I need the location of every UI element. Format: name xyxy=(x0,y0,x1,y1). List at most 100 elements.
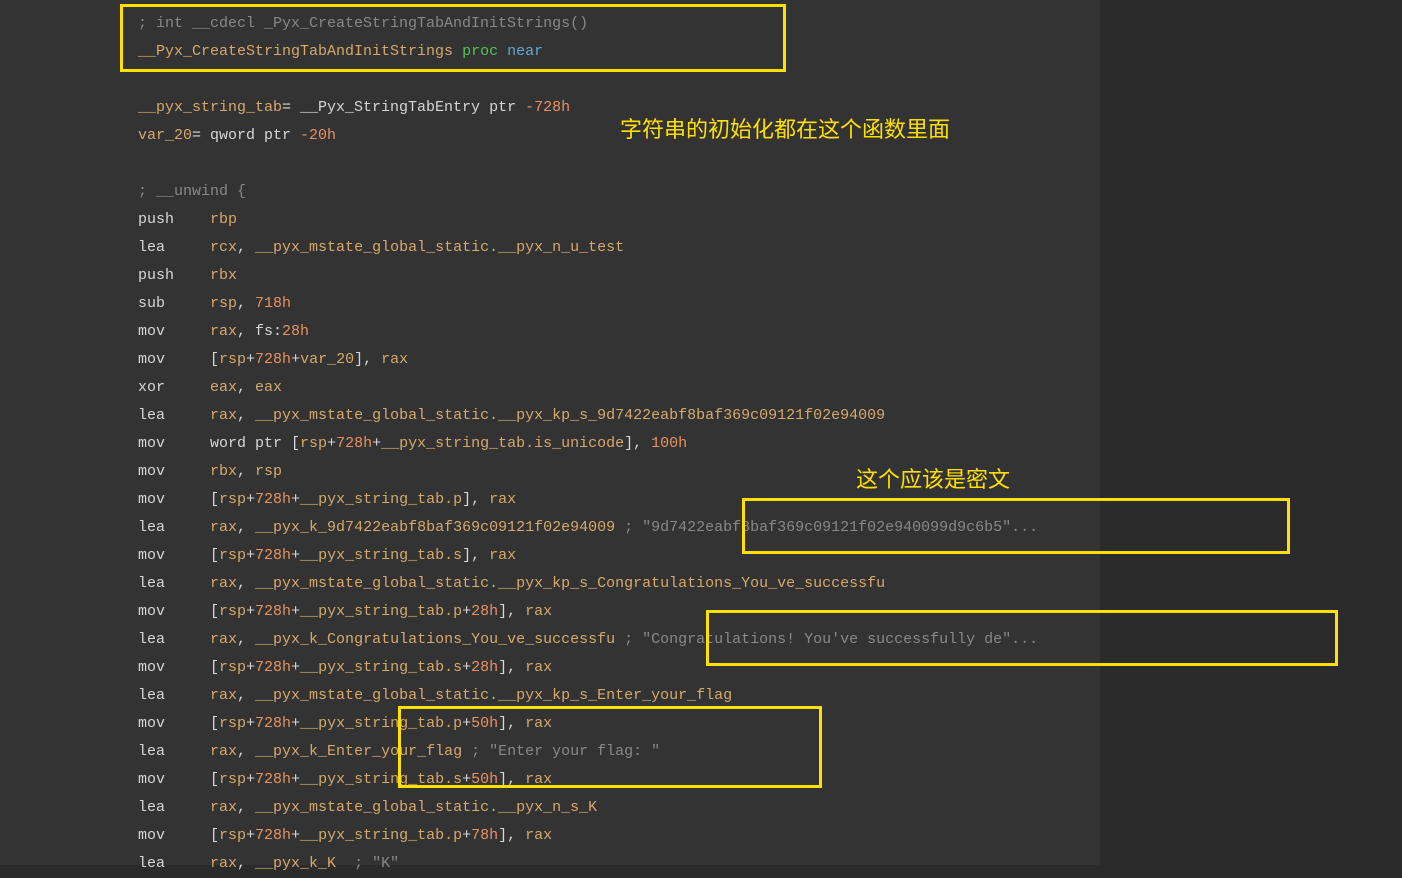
code-line[interactable]: var_20= qword ptr -20h xyxy=(138,122,1100,150)
code-lines: ; int __cdecl _Pyx_CreateStringTabAndIni… xyxy=(138,10,1100,878)
code-token: push xyxy=(138,267,210,284)
code-token: var_20 xyxy=(300,351,354,368)
code-token: lea xyxy=(138,575,210,592)
code-token: , xyxy=(237,743,255,760)
code-token: , xyxy=(237,631,255,648)
code-line[interactable]: mov [rsp+728h+var_20], rax xyxy=(138,346,1100,374)
code-token: rax xyxy=(210,407,237,424)
code-line[interactable]: mov [rsp+728h+__pyx_string_tab.p+28h], r… xyxy=(138,598,1100,626)
code-token: , xyxy=(237,463,255,480)
code-token xyxy=(138,155,147,172)
code-token: __pyx_string_tab.s xyxy=(300,771,462,788)
code-token: 28h xyxy=(282,323,309,340)
code-token xyxy=(138,71,147,88)
code-token: + xyxy=(462,659,471,676)
code-line[interactable]: ; __unwind { xyxy=(138,178,1100,206)
code-token: mov word ptr [ xyxy=(138,435,300,452)
code-line[interactable]: mov [rsp+728h+__pyx_string_tab.p], rax xyxy=(138,486,1100,514)
code-token: rax xyxy=(210,799,237,816)
code-token: + xyxy=(246,351,255,368)
code-token: 50h xyxy=(471,771,498,788)
code-token: + xyxy=(246,659,255,676)
code-line[interactable]: lea rcx, __pyx_mstate_global_static.__py… xyxy=(138,234,1100,262)
code-line[interactable]: lea rax, __pyx_k_K ; "K" xyxy=(138,850,1100,878)
code-token: eax xyxy=(255,379,282,396)
code-line[interactable]: mov [rsp+728h+__pyx_string_tab.s+28h], r… xyxy=(138,654,1100,682)
code-token: ], xyxy=(354,351,381,368)
code-line[interactable]: mov word ptr [rsp+728h+__pyx_string_tab.… xyxy=(138,430,1100,458)
code-token: rsp xyxy=(219,659,246,676)
code-line[interactable] xyxy=(138,150,1100,178)
code-line[interactable]: xor eax, eax xyxy=(138,374,1100,402)
code-token: __pyx_mstate_global_static.__pyx_n_u_tes… xyxy=(255,239,624,256)
code-token: rax xyxy=(210,519,237,536)
code-line[interactable]: mov [rsp+728h+__pyx_string_tab.s], rax xyxy=(138,542,1100,570)
code-token: lea xyxy=(138,743,210,760)
code-line[interactable]: mov [rsp+728h+__pyx_string_tab.p+50h], r… xyxy=(138,710,1100,738)
code-token: ], xyxy=(624,435,651,452)
code-token: , xyxy=(237,295,255,312)
code-token: , xyxy=(237,379,255,396)
code-token: rax xyxy=(489,491,516,508)
code-token: ], xyxy=(498,827,525,844)
code-token: rax xyxy=(210,323,237,340)
code-token: ; "Congratulations! You've successfully … xyxy=(615,631,1038,648)
code-line[interactable]: lea rax, __pyx_mstate_global_static.__py… xyxy=(138,794,1100,822)
code-line[interactable] xyxy=(138,66,1100,94)
code-line[interactable]: __Pyx_CreateStringTabAndInitStrings proc… xyxy=(138,38,1100,66)
code-token: + xyxy=(462,771,471,788)
code-token: rax xyxy=(525,603,552,620)
code-line[interactable]: push rbp xyxy=(138,206,1100,234)
code-token: mov [ xyxy=(138,547,219,564)
code-token: 28h xyxy=(471,659,498,676)
code-line[interactable]: mov [rsp+728h+__pyx_string_tab.s+50h], r… xyxy=(138,766,1100,794)
code-line[interactable]: mov [rsp+728h+__pyx_string_tab.p+78h], r… xyxy=(138,822,1100,850)
code-line[interactable]: sub rsp, 718h xyxy=(138,290,1100,318)
code-token: + xyxy=(327,435,336,452)
code-token: + xyxy=(291,827,300,844)
code-token: + xyxy=(246,771,255,788)
code-token: __pyx_string_tab.p xyxy=(300,603,462,620)
code-line[interactable]: ; int __cdecl _Pyx_CreateStringTabAndIni… xyxy=(138,10,1100,38)
code-token: rsp xyxy=(219,603,246,620)
code-line[interactable]: lea rax, __pyx_mstate_global_static.__py… xyxy=(138,402,1100,430)
code-token: lea xyxy=(138,687,210,704)
code-token: + xyxy=(291,715,300,732)
code-token: rax xyxy=(210,687,237,704)
code-token: 728h xyxy=(255,771,291,788)
code-line[interactable]: mov rax, fs:28h xyxy=(138,318,1100,346)
code-token: rsp xyxy=(219,547,246,564)
code-line[interactable]: lea rax, __pyx_mstate_global_static.__py… xyxy=(138,682,1100,710)
code-token: lea xyxy=(138,855,210,872)
code-token: rbp xyxy=(210,211,237,228)
code-line[interactable]: lea rax, __pyx_mstate_global_static.__py… xyxy=(138,570,1100,598)
code-token: 728h xyxy=(255,547,291,564)
code-token: + xyxy=(291,547,300,564)
code-token: __pyx_string_tab.is_unicode xyxy=(381,435,624,452)
disassembly-view[interactable]: ; int __cdecl _Pyx_CreateStringTabAndIni… xyxy=(0,0,1100,865)
code-token: ], xyxy=(498,771,525,788)
code-line[interactable]: lea rax, __pyx_k_Congratulations_You_ve_… xyxy=(138,626,1100,654)
code-token: ], xyxy=(498,659,525,676)
code-token: var_20 xyxy=(138,127,192,144)
code-token: lea xyxy=(138,799,210,816)
code-line[interactable]: __pyx_string_tab= __Pyx_StringTabEntry p… xyxy=(138,94,1100,122)
code-token: rbx xyxy=(210,267,237,284)
code-token: , xyxy=(237,687,255,704)
code-token: __Pyx_CreateStringTabAndInitStrings xyxy=(138,43,453,60)
code-token: + xyxy=(291,491,300,508)
code-token: rsp xyxy=(219,771,246,788)
code-token: rsp xyxy=(255,463,282,480)
code-token: + xyxy=(246,547,255,564)
code-line[interactable]: lea rax, __pyx_k_9d7422eabf8baf369c09121… xyxy=(138,514,1100,542)
code-token xyxy=(498,43,507,60)
code-token: rax xyxy=(210,575,237,592)
code-line[interactable]: mov rbx, rsp xyxy=(138,458,1100,486)
code-token: 718h xyxy=(255,295,291,312)
code-token: 50h xyxy=(471,715,498,732)
code-line[interactable]: push rbx xyxy=(138,262,1100,290)
code-token: rsp xyxy=(219,715,246,732)
code-line[interactable]: lea rax, __pyx_k_Enter_your_flag ; "Ente… xyxy=(138,738,1100,766)
code-token: + xyxy=(291,351,300,368)
code-token: xor xyxy=(138,379,210,396)
